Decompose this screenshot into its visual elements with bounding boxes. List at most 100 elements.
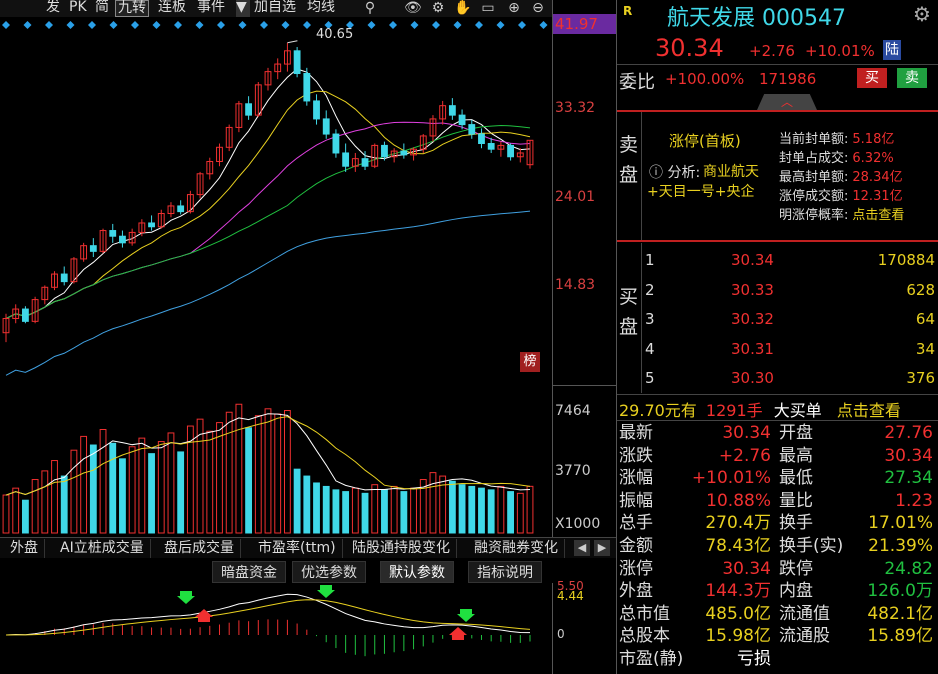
volume-bar (157, 441, 165, 534)
stats-l1: 金额 (619, 536, 653, 556)
volume-axis-label: 7464 (555, 403, 591, 419)
peak-price-label: 40.65 (316, 27, 354, 42)
volume-bar (235, 403, 243, 534)
volume-chart (2, 403, 534, 534)
volume-bar (128, 446, 136, 534)
stats-l2: 最低 (779, 468, 813, 489)
collapse-chevron-icon[interactable]: ︿ (757, 94, 817, 110)
candle-body (468, 124, 476, 135)
stats-l2: 跌停 (779, 558, 813, 579)
sell-signal-arrow-icon (317, 585, 335, 598)
subtab-dark-fund[interactable]: 暗盘资金 (212, 561, 286, 583)
buy-button[interactable]: 买 (857, 68, 887, 88)
price-axis-label: 33.32 (555, 100, 596, 116)
volume-bar (119, 458, 126, 534)
subtab-default-params[interactable]: 默认参数 (380, 561, 454, 583)
stats-v1: 485.0亿 (705, 603, 771, 624)
stock-code: 000547 (762, 6, 846, 31)
volume-bar (478, 487, 485, 534)
stats-row: 涨幅 +10.01% 最低 27.34 (619, 467, 937, 489)
bid-row[interactable]: 5 30.30 376 (641, 366, 937, 390)
bid-row[interactable]: 2 30.33 628 (641, 278, 937, 302)
stats-l1: 总股本 (619, 626, 670, 647)
candle-body (177, 205, 185, 213)
tab-pe-ttm[interactable]: 市盈率(ttm) (252, 539, 343, 558)
tab-ai-volume[interactable]: AI立桩成交量 (54, 539, 151, 558)
stats-row: 涨跌 +2.76 最高 30.34 (619, 445, 937, 467)
limit-probability-link[interactable]: 点击查看 (852, 208, 904, 223)
stats-v1: 144.3万 (705, 581, 771, 602)
tab-margin[interactable]: 融资融券变化 (468, 539, 565, 558)
candle-body (245, 103, 253, 116)
tab-scroll-left-icon[interactable]: ◀ (574, 540, 590, 556)
analysis-text[interactable]: 商业航天+天目一号+央企 (647, 162, 777, 202)
volume-bar (313, 482, 320, 534)
stats-v1: +10.01% (691, 468, 771, 489)
candle-body (303, 73, 311, 102)
candle-body (89, 245, 97, 252)
big-order-view-link[interactable]: 点击查看 (837, 401, 901, 420)
macd-axis-label: 4.44 (557, 589, 584, 603)
volume-bar (468, 485, 476, 534)
tab-scroll-right-icon[interactable]: ▶ (594, 540, 610, 556)
sell-signal-arrow-icon (177, 591, 195, 604)
volume-bar (138, 437, 146, 534)
volume-bar (283, 410, 291, 534)
volume-bar (458, 484, 466, 534)
stock-name: 航天发展 (667, 6, 756, 31)
stats-l1: 振幅 (619, 490, 653, 511)
stats-v2: 17.01% (868, 513, 933, 534)
sell-button[interactable]: 卖 (897, 68, 927, 88)
macd-axis-label: 0 (557, 627, 565, 641)
candle-body (293, 50, 301, 75)
volume-bar (526, 485, 534, 534)
weicha-value: 171986 (759, 70, 817, 88)
macd-axis: 5.50 4.44 0 (552, 579, 616, 674)
volume-bar (225, 411, 233, 534)
bid-row[interactable]: 3 30.32 64 (641, 307, 937, 331)
volume-bar (109, 442, 117, 534)
stats-v1: 78.43亿 (705, 536, 771, 556)
price-change: +2.76 (749, 42, 795, 60)
price-axis-label: 14.83 (555, 277, 596, 293)
tab-after-hours-volume[interactable]: 盘后成交量 (158, 539, 241, 558)
tab-hk-connect[interactable]: 陆股通持股变化 (346, 539, 457, 558)
candle-body (313, 100, 320, 120)
stats-v2: 1.23 (895, 490, 933, 511)
volume-bar (516, 492, 524, 534)
stats-row: 总股本 15.98亿 流通股 15.89亿 (619, 625, 937, 647)
stats-l1: 总手 (619, 513, 653, 534)
subtab-indicator-help[interactable]: 指标说明 (468, 561, 542, 583)
volume-bar (322, 485, 330, 534)
bid-row[interactable]: 4 30.31 34 (641, 337, 937, 361)
candle-body (109, 230, 117, 237)
bid-row[interactable]: 1 30.34 170884 (641, 248, 937, 272)
volume-bar (206, 430, 214, 534)
limit-up-title: 涨停(首板) (669, 132, 741, 150)
candle-body (507, 144, 515, 158)
stats-v2: 21.39% (868, 536, 933, 556)
gear-icon[interactable]: ⚙ (913, 2, 931, 26)
volume-bar (254, 415, 262, 534)
stats-v2: 126.0万 (867, 581, 933, 602)
tab-waipan[interactable]: 外盘 (4, 539, 45, 558)
rank-badge[interactable]: 榜 (520, 352, 540, 372)
candle-body (400, 150, 408, 156)
volume-bar (41, 470, 49, 534)
big-order-banner[interactable]: 29.70元有 1291手 大买单 点击查看 (619, 397, 937, 420)
ma-line-30 (5, 125, 531, 319)
stats-row: 振幅 10.88% 量比 1.23 (619, 490, 937, 512)
buy-signal-arrow-icon (449, 627, 467, 640)
candle-body (60, 273, 68, 283)
buy-side-label: 买 盘 (619, 286, 639, 338)
stats-l1: 市盈(静) (619, 649, 684, 669)
subtab-optimized-params[interactable]: 优选参数 (292, 561, 366, 583)
volume-bar (21, 499, 29, 534)
exchange-badge: 陆 (883, 40, 901, 60)
volume-bar (60, 475, 68, 534)
volume-bar (89, 444, 97, 534)
candle-body (148, 222, 155, 228)
stats-row: 最新 30.34 开盘 27.76 (619, 422, 937, 444)
stats-l2: 量比 (779, 490, 813, 511)
volume-bar (381, 489, 388, 534)
